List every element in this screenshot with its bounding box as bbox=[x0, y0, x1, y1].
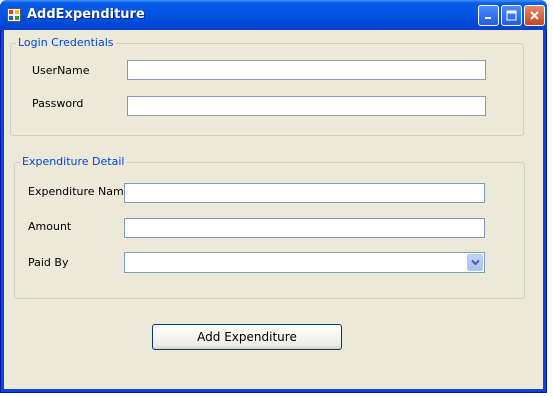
window-frame: AddExpenditure Login Credentials UserNam… bbox=[0, 0, 547, 393]
paid-by-dropdown[interactable] bbox=[124, 252, 485, 273]
maximize-button[interactable] bbox=[501, 5, 522, 26]
chevron-down-icon bbox=[470, 259, 480, 266]
password-input[interactable] bbox=[127, 96, 486, 116]
minimize-icon bbox=[485, 17, 491, 19]
amount-input[interactable] bbox=[124, 218, 485, 238]
close-button[interactable] bbox=[524, 5, 545, 26]
password-label: Password bbox=[32, 97, 84, 110]
username-input[interactable] bbox=[127, 60, 486, 80]
amount-label: Amount bbox=[28, 220, 72, 233]
paid-by-dropdown-button[interactable] bbox=[467, 254, 483, 271]
form-client-area: Login Credentials UserName Password Expe… bbox=[4, 30, 543, 389]
add-expenditure-label: Add Expenditure bbox=[197, 330, 297, 344]
paid-by-label: Paid By bbox=[28, 256, 69, 269]
title-bar[interactable]: AddExpenditure bbox=[0, 0, 547, 30]
add-expenditure-button[interactable]: Add Expenditure bbox=[152, 324, 342, 350]
maximize-icon bbox=[506, 10, 517, 21]
expenditure-name-label: Expenditure Name bbox=[28, 185, 131, 198]
expenditure-name-input[interactable] bbox=[124, 183, 485, 203]
expenditure-detail-group: Expenditure Detail Expenditure Name Amou… bbox=[14, 155, 525, 299]
close-icon bbox=[530, 11, 539, 20]
username-label: UserName bbox=[32, 64, 90, 77]
window-title: AddExpenditure bbox=[27, 7, 145, 22]
expenditure-detail-legend: Expenditure Detail bbox=[20, 155, 127, 168]
login-credentials-group: Login Credentials UserName Password bbox=[10, 36, 524, 136]
login-credentials-legend: Login Credentials bbox=[16, 36, 116, 49]
app-icon[interactable] bbox=[7, 8, 21, 22]
minimize-button[interactable] bbox=[478, 5, 499, 26]
